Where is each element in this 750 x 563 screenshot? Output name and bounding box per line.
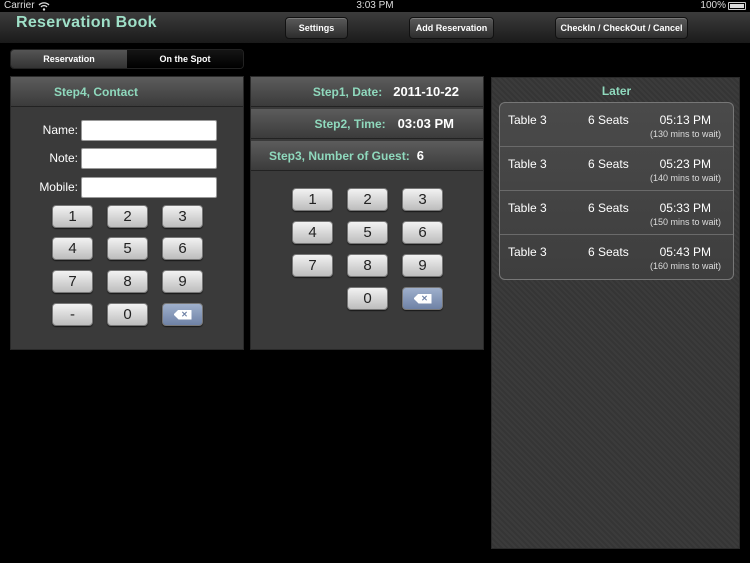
item-seats: 6 Seats bbox=[588, 113, 629, 127]
contact-header: Step4, Contact bbox=[11, 77, 243, 107]
name-label: Name: bbox=[42, 123, 78, 137]
item-table: Table 3 bbox=[508, 157, 547, 171]
contact-key-9[interactable]: 9 bbox=[162, 270, 203, 293]
guest-label: Step3, Number of Guest: bbox=[269, 148, 410, 163]
guest-key-5[interactable]: 5 bbox=[347, 221, 388, 244]
item-seats: 6 Seats bbox=[588, 245, 629, 259]
date-row[interactable]: Step1, Date: 2011-10-22 bbox=[251, 77, 483, 107]
guest-delete-key[interactable]: ✕ bbox=[402, 287, 443, 310]
nav-bar: Reservation Book Settings Add Reservatio… bbox=[0, 12, 750, 44]
steps-panel: Step1, Date: 2011-10-22 Step2, Time: 03:… bbox=[250, 76, 484, 350]
status-bar: Carrier 3:03 PM 100% bbox=[0, 0, 750, 12]
contact-delete-key[interactable]: ✕ bbox=[162, 303, 203, 326]
item-time: 05:43 PM bbox=[659, 245, 711, 259]
battery-icon bbox=[728, 2, 746, 10]
mode-segmented-control: Reservation On the Spot bbox=[10, 49, 244, 69]
later-panel: Later Table 3 6 Seats 05:13 PM (130 mins… bbox=[491, 77, 740, 549]
date-label: Step1, Date: bbox=[312, 84, 383, 99]
checkin-checkout-cancel-button[interactable]: CheckIn / CheckOut / Cancel bbox=[555, 17, 688, 39]
item-table: Table 3 bbox=[508, 113, 547, 127]
time-value: 03:03 PM bbox=[397, 116, 454, 131]
item-time: 05:33 PM bbox=[659, 201, 711, 215]
contact-key-8[interactable]: 8 bbox=[107, 270, 148, 293]
backspace-icon: ✕ bbox=[173, 309, 192, 320]
guest-key-8[interactable]: 8 bbox=[347, 254, 388, 277]
list-item[interactable]: Table 3 6 Seats 05:43 PM (160 mins to wa… bbox=[500, 235, 733, 279]
guest-key-1[interactable]: 1 bbox=[292, 188, 333, 211]
note-row: Note: bbox=[21, 147, 221, 169]
contact-key-4[interactable]: 4 bbox=[52, 237, 93, 260]
list-item[interactable]: Table 3 6 Seats 05:33 PM (150 mins to wa… bbox=[500, 191, 733, 235]
item-table: Table 3 bbox=[508, 245, 547, 259]
mobile-label: Mobile: bbox=[39, 180, 78, 194]
segment-reservation[interactable]: Reservation bbox=[11, 50, 127, 68]
date-value: 2011-10-22 bbox=[393, 84, 459, 99]
contact-key-2[interactable]: 2 bbox=[107, 205, 148, 228]
guest-key-9[interactable]: 9 bbox=[402, 254, 443, 277]
contact-key-dash[interactable]: - bbox=[52, 303, 93, 326]
contact-key-3[interactable]: 3 bbox=[162, 205, 203, 228]
contact-title: Step4, Contact bbox=[54, 84, 139, 99]
contact-key-0[interactable]: 0 bbox=[107, 303, 148, 326]
item-time: 05:23 PM bbox=[659, 157, 711, 171]
contact-key-6[interactable]: 6 bbox=[162, 237, 203, 260]
note-label: Note: bbox=[49, 151, 78, 165]
guest-row: Step3, Number of Guest: 6 bbox=[251, 141, 483, 171]
guest-value: 6 bbox=[416, 148, 424, 163]
contact-panel: Step4, Contact Name: Note: Mobile: 1 2 3… bbox=[10, 76, 244, 350]
backspace-icon: ✕ bbox=[413, 293, 432, 304]
segment-on-the-spot[interactable]: On the Spot bbox=[127, 50, 243, 68]
contact-key-5[interactable]: 5 bbox=[107, 237, 148, 260]
note-field[interactable] bbox=[81, 147, 217, 169]
item-time: 05:13 PM bbox=[659, 113, 711, 127]
add-reservation-button[interactable]: Add Reservation bbox=[409, 17, 494, 39]
contact-key-7[interactable]: 7 bbox=[52, 270, 93, 293]
later-title: Later bbox=[601, 84, 632, 98]
item-wait: (160 mins to wait) bbox=[649, 261, 721, 271]
battery-percent: 100% bbox=[700, 0, 726, 11]
guest-key-7[interactable]: 7 bbox=[292, 254, 333, 277]
item-wait: (130 mins to wait) bbox=[649, 129, 721, 139]
guest-key-6[interactable]: 6 bbox=[402, 221, 443, 244]
app-title: Reservation Book bbox=[16, 14, 157, 31]
item-wait: (150 mins to wait) bbox=[649, 217, 721, 227]
mobile-field[interactable] bbox=[81, 176, 217, 198]
later-list: Table 3 6 Seats 05:13 PM (130 mins to wa… bbox=[499, 102, 734, 280]
list-item[interactable]: Table 3 6 Seats 05:13 PM (130 mins to wa… bbox=[500, 103, 733, 147]
guest-key-4[interactable]: 4 bbox=[292, 221, 333, 244]
item-seats: 6 Seats bbox=[588, 157, 629, 171]
item-table: Table 3 bbox=[508, 201, 547, 215]
item-wait: (140 mins to wait) bbox=[649, 173, 721, 183]
guest-key-0[interactable]: 0 bbox=[347, 287, 388, 310]
list-item[interactable]: Table 3 6 Seats 05:23 PM (140 mins to wa… bbox=[500, 147, 733, 191]
guest-key-3[interactable]: 3 bbox=[402, 188, 443, 211]
time-label: Step2, Time: bbox=[314, 116, 386, 131]
clock: 3:03 PM bbox=[356, 0, 394, 11]
time-row[interactable]: Step2, Time: 03:03 PM bbox=[251, 109, 483, 139]
settings-button[interactable]: Settings bbox=[285, 17, 348, 39]
guest-key-2[interactable]: 2 bbox=[347, 188, 388, 211]
name-field[interactable] bbox=[81, 119, 217, 141]
mobile-row: Mobile: bbox=[21, 176, 221, 198]
item-seats: 6 Seats bbox=[588, 201, 629, 215]
name-row: Name: bbox=[21, 119, 221, 141]
contact-key-1[interactable]: 1 bbox=[52, 205, 93, 228]
